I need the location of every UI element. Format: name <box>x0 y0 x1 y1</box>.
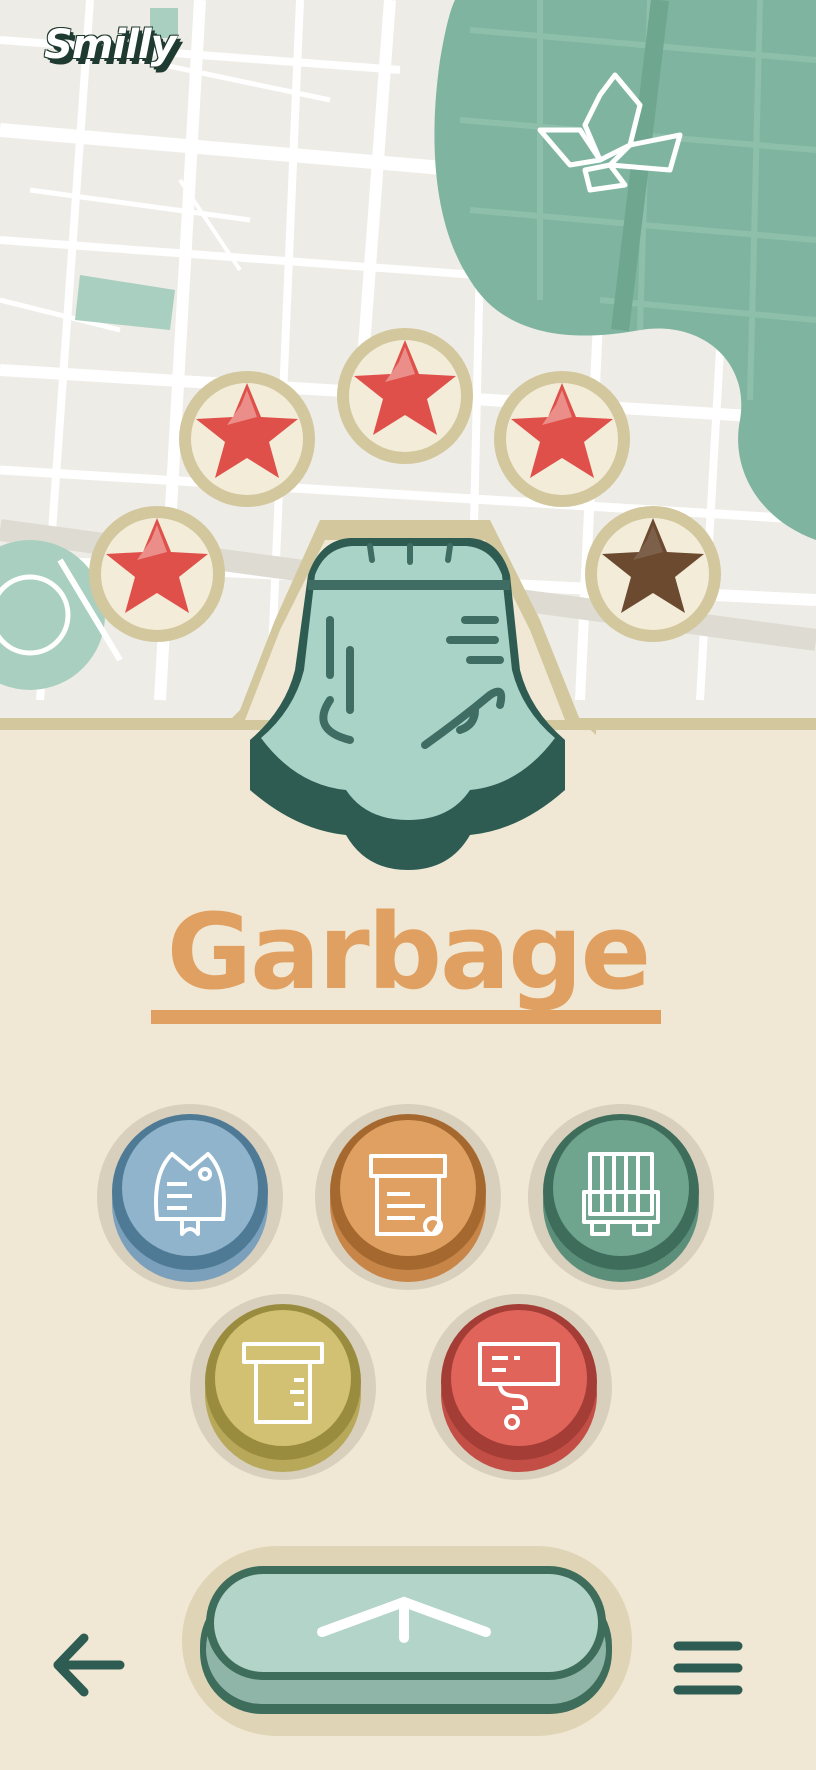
rating-star-1[interactable] <box>89 506 225 642</box>
container-option[interactable] <box>190 1294 376 1480</box>
hamburger-menu-icon <box>673 1641 743 1695</box>
rating-star-3[interactable] <box>337 328 473 464</box>
question-option[interactable] <box>426 1294 612 1480</box>
menu-button[interactable] <box>672 1636 744 1700</box>
up-button[interactable] <box>182 1546 632 1746</box>
category-title: Garbage <box>166 891 651 1013</box>
truck-option[interactable] <box>528 1104 714 1290</box>
leaf-icon <box>537 72 683 193</box>
rating-star-2[interactable] <box>179 371 315 507</box>
arrow-left-icon <box>53 1633 125 1697</box>
title-underline <box>151 1010 661 1024</box>
app-logo: Smilly <box>44 22 177 68</box>
fish-option[interactable] <box>97 1104 283 1290</box>
rating-star-5[interactable] <box>585 506 721 642</box>
paper-option[interactable] <box>315 1104 501 1290</box>
back-button[interactable] <box>50 1630 130 1700</box>
rating-star-4[interactable] <box>494 371 630 507</box>
bell-icon <box>220 520 596 870</box>
